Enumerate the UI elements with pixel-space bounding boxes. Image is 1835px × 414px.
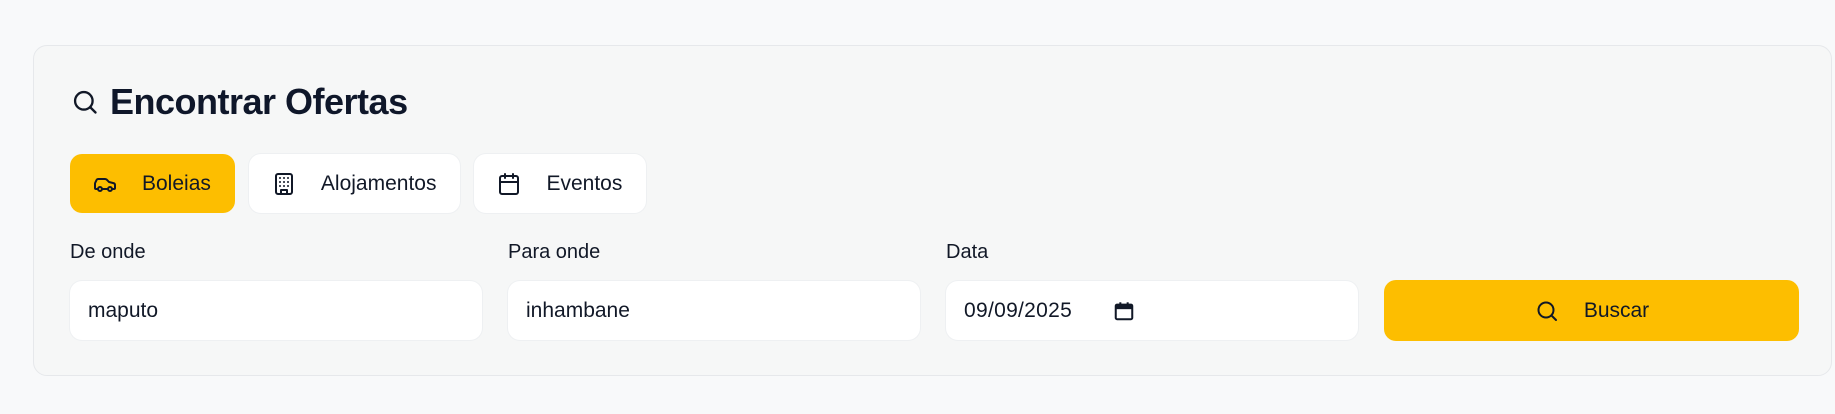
to-value: inhambane xyxy=(526,298,630,322)
search-icon xyxy=(70,87,100,117)
from-field-group: De onde xyxy=(70,241,146,263)
search-offers-card: Encontrar Ofertas Boleias Alojamentos Ev… xyxy=(33,45,1832,376)
tab-label: Boleias xyxy=(142,171,211,195)
card-header: Encontrar Ofertas xyxy=(70,80,408,124)
tab-boleias[interactable]: Boleias xyxy=(70,154,235,213)
search-button-label: Buscar xyxy=(1583,298,1650,322)
category-tabs: Boleias Alojamentos Eventos xyxy=(70,154,647,213)
date-input[interactable]: 09/09/2025 xyxy=(946,281,1358,340)
to-field-group: Para onde xyxy=(508,241,600,263)
from-value: maputo xyxy=(88,298,159,322)
date-value: 09/09/2025 xyxy=(964,298,1073,322)
to-label: Para onde xyxy=(508,241,601,263)
tab-eventos[interactable]: Eventos xyxy=(474,154,647,213)
page-title: Encontrar Ofertas xyxy=(110,81,408,122)
tab-alojamentos[interactable]: Alojamentos xyxy=(248,154,461,213)
car-icon xyxy=(92,171,118,197)
search-icon xyxy=(1534,298,1560,324)
date-label: Data xyxy=(946,241,989,263)
calendar-picker-icon[interactable] xyxy=(1112,299,1136,323)
tab-label: Eventos xyxy=(546,171,623,195)
calendar-icon xyxy=(496,171,522,197)
building-icon xyxy=(271,171,297,197)
date-field-group: Data xyxy=(946,241,988,263)
tab-label: Alojamentos xyxy=(320,171,437,195)
to-input[interactable]: inhambane xyxy=(508,281,920,340)
from-input[interactable]: maputo xyxy=(70,281,482,340)
search-button[interactable]: Buscar xyxy=(1384,280,1799,341)
from-label: De onde xyxy=(70,241,146,263)
